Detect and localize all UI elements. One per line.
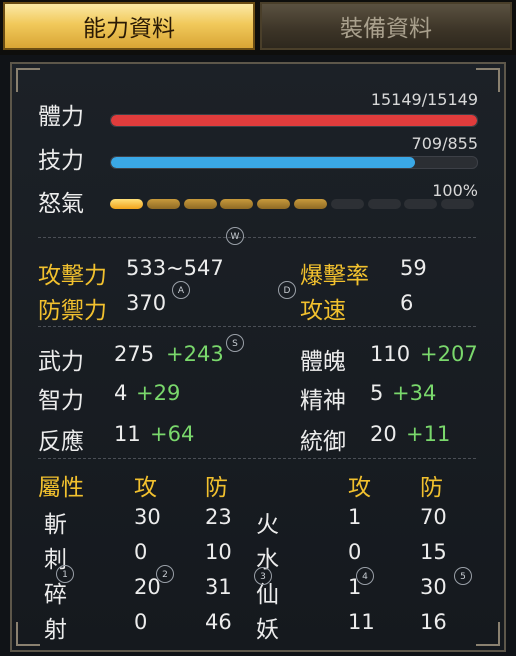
marker-badge: W (226, 227, 244, 245)
lead-bonus: +11 (406, 422, 451, 446)
crit-value: 59 (400, 256, 427, 280)
tab-equipment[interactable]: 裝備資料 (260, 2, 512, 50)
con-label: 體魄 (300, 349, 346, 375)
int-bonus: +29 (136, 381, 181, 405)
str-bonus: +243 (166, 342, 224, 366)
element-atk: 0 (134, 610, 148, 634)
rage-segment (146, 199, 180, 209)
mp-label: 技力 (38, 148, 84, 174)
hp-bar (110, 114, 478, 127)
con-bonus: +207 (420, 342, 478, 366)
int-base: 4 (114, 381, 128, 405)
defense-label: 防禦力 (38, 298, 107, 324)
element-def: 31 (205, 575, 232, 599)
element-header-atk: 攻 (134, 475, 157, 501)
rage-segment (183, 199, 217, 209)
element-def2: 15 (420, 540, 447, 564)
lead-base: 20 (370, 422, 397, 446)
rage-segment (330, 199, 364, 209)
agi-base: 11 (114, 422, 141, 446)
marker-badge: 2 (156, 565, 174, 583)
rage-value: 100% (432, 181, 478, 200)
element-atk2: 0 (348, 540, 362, 564)
mp-bar-fill (111, 157, 415, 168)
divider (38, 458, 476, 459)
divider (38, 326, 476, 327)
corner-ornament (16, 68, 40, 92)
marker-badge: 1 (56, 565, 74, 583)
corner-ornament (16, 622, 40, 646)
rage-segment (404, 199, 438, 209)
lead-label: 統御 (300, 429, 346, 455)
agi-bonus: +64 (150, 422, 195, 446)
hp-bar-fill (111, 115, 477, 126)
mp-bar (110, 156, 478, 169)
marker-badge: A (172, 281, 190, 299)
element-name: 斬 (44, 512, 67, 538)
marker-badge: D (278, 281, 296, 299)
spi-label: 精神 (300, 388, 346, 414)
element-def: 10 (205, 540, 232, 564)
corner-ornament (476, 622, 500, 646)
element-atk2: 11 (348, 610, 375, 634)
con-base: 110 (370, 342, 411, 366)
element-name2: 火 (256, 512, 279, 538)
element-header-atk2: 攻 (348, 475, 371, 501)
str-label: 武力 (38, 349, 84, 375)
rage-segment (294, 199, 327, 209)
element-atk: 0 (134, 540, 148, 564)
str-base: 275 (114, 342, 155, 366)
agi-label: 反應 (38, 429, 84, 455)
hp-value: 15149/15149 (370, 90, 478, 109)
marker-badge: 3 (254, 567, 272, 585)
hp-label: 體力 (38, 104, 84, 130)
element-def2: 30 (420, 575, 447, 599)
tab-bar: 能力資料 裝備資料 (0, 0, 516, 55)
rage-segment (441, 199, 475, 209)
marker-badge: 5 (454, 567, 472, 585)
element-header-title: 屬性 (38, 475, 84, 501)
corner-ornament (476, 68, 500, 92)
element-name2: 妖 (256, 617, 279, 643)
element-header-def: 防 (205, 475, 228, 501)
element-def2: 16 (420, 610, 447, 634)
defense-value: 370 (126, 291, 167, 315)
mp-value: 709/855 (411, 134, 478, 153)
rage-segment (367, 199, 401, 209)
speed-label: 攻速 (300, 298, 346, 324)
rage-segment (257, 199, 291, 209)
marker-badge: S (226, 334, 244, 352)
rage-label: 怒氣 (38, 191, 84, 217)
spi-base: 5 (370, 381, 384, 405)
divider (38, 237, 476, 238)
element-def: 46 (205, 610, 232, 634)
rage-segment (110, 199, 143, 209)
speed-value: 6 (400, 291, 414, 315)
element-name: 射 (44, 617, 67, 643)
attack-label: 攻擊力 (38, 263, 107, 289)
spi-bonus: +34 (392, 381, 437, 405)
element-def: 23 (205, 505, 232, 529)
tab-ability[interactable]: 能力資料 (3, 2, 255, 50)
int-label: 智力 (38, 388, 84, 414)
element-def2: 70 (420, 505, 447, 529)
crit-label: 爆擊率 (300, 263, 369, 289)
marker-badge: 4 (356, 567, 374, 585)
attack-value: 533~547 (126, 256, 224, 280)
rage-segment (220, 199, 254, 209)
element-header-def2: 防 (420, 475, 443, 501)
element-atk2: 1 (348, 505, 362, 529)
element-atk: 30 (134, 505, 161, 529)
